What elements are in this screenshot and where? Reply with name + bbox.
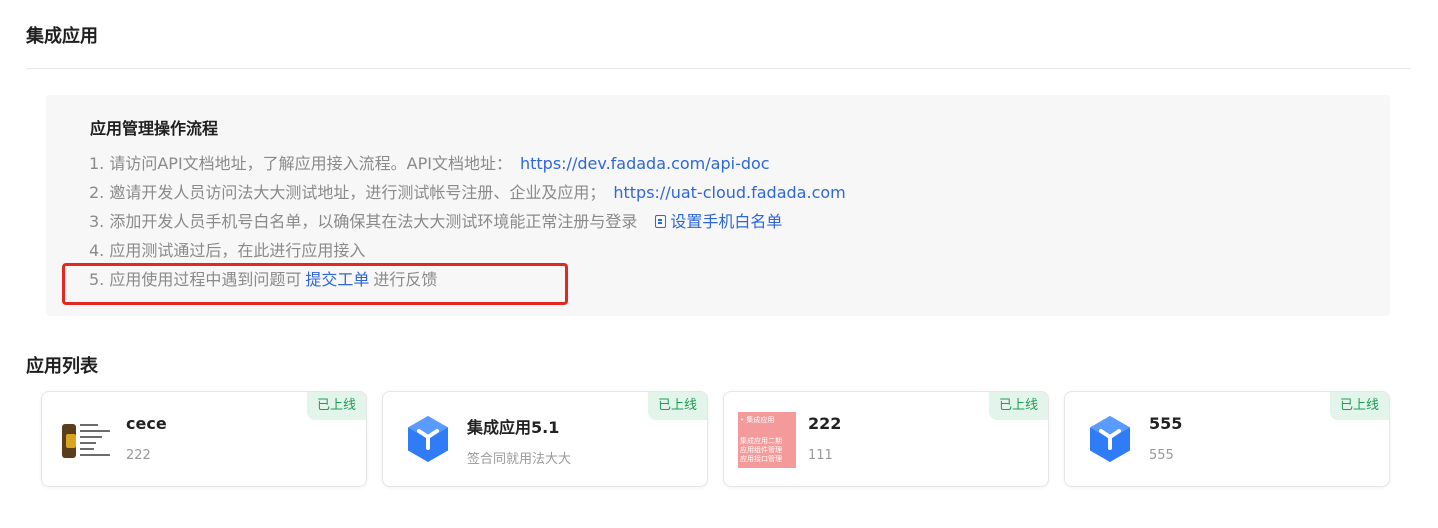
app-desc: 555 <box>1149 448 1174 463</box>
status-badge: 已上线 <box>1329 392 1389 420</box>
guide-step-1: 1. 请访问API文档地址，了解应用接入流程。API文档地址： https://d… <box>89 153 770 175</box>
poster-text: 应用接口管理 <box>740 455 782 463</box>
status-badge: 已上线 <box>988 392 1048 420</box>
doc-line <box>80 436 102 438</box>
document-thumbnail <box>60 412 114 466</box>
highlight-annotation <box>62 263 568 305</box>
doc-line <box>80 430 110 432</box>
app-name: 555 <box>1149 414 1183 433</box>
guide-step-3: 3. 添加开发人员手机号白名单，以确保其在法大大测试环境能正常注册与登录 设置手机… <box>89 211 782 233</box>
guide-title: 应用管理操作流程 <box>90 119 219 138</box>
guide-step-1-text: 1. 请访问API文档地址，了解应用接入流程。API文档地址： <box>89 154 512 173</box>
status-badge: 已上线 <box>647 392 707 420</box>
app-card[interactable]: 已上线 cece 222 <box>41 391 367 487</box>
api-doc-link[interactable]: https://dev.fadada.com/api-doc <box>520 154 770 173</box>
guide-step-2-text: 2. 邀请开发人员访问法大大测试地址，进行测试帐号注册、企业及应用； <box>89 183 606 202</box>
guide-step-4-text: 4. 应用测试通过后，在此进行应用接入 <box>89 241 366 260</box>
guide-step-2: 2. 邀请开发人员访问法大大测试地址，进行测试帐号注册、企业及应用； https:… <box>89 182 846 204</box>
app-desc: 签合同就用法大大 <box>467 452 572 467</box>
doc-line <box>80 424 98 426</box>
app-card[interactable]: 已上线 • 集成应用 集成应用二期 应用组件管理 应用接口管理 222 111 <box>723 391 1049 487</box>
poster-thumbnail: • 集成应用 集成应用二期 应用组件管理 应用接口管理 <box>738 412 796 468</box>
document-icon[interactable] <box>655 215 667 228</box>
uat-cloud-link[interactable]: https://uat-cloud.fadada.com <box>613 183 845 202</box>
seal-mark <box>66 434 76 448</box>
app-name: 222 <box>808 414 842 433</box>
app-name: cece <box>126 414 167 433</box>
doc-line <box>80 442 96 444</box>
doc-line <box>80 448 94 450</box>
app-desc: 222 <box>126 448 151 463</box>
set-phone-whitelist-link[interactable]: 设置手机白名单 <box>670 212 782 231</box>
guide-step-3-text: 3. 添加开发人员手机号白名单，以确保其在法大大测试环境能正常注册与登录 <box>89 212 638 231</box>
app-card[interactable]: 已上线 555 555 <box>1064 391 1390 487</box>
app-card[interactable]: 已上线 集成应用5.1 签合同就用法大大 <box>382 391 708 487</box>
doc-line <box>80 454 110 456</box>
app-name: 集成应用5.1 <box>467 418 560 437</box>
header-divider <box>26 68 1410 69</box>
page-title: 集成应用 <box>26 26 98 47</box>
app-desc: 111 <box>808 448 833 463</box>
cube-icon <box>1090 416 1130 462</box>
app-list-title: 应用列表 <box>26 356 98 377</box>
cube-icon <box>408 416 448 462</box>
status-badge: 已上线 <box>306 392 366 420</box>
poster-text: • 集成应用 <box>740 416 775 424</box>
guide-step-4: 4. 应用测试通过后，在此进行应用接入 <box>89 240 365 262</box>
